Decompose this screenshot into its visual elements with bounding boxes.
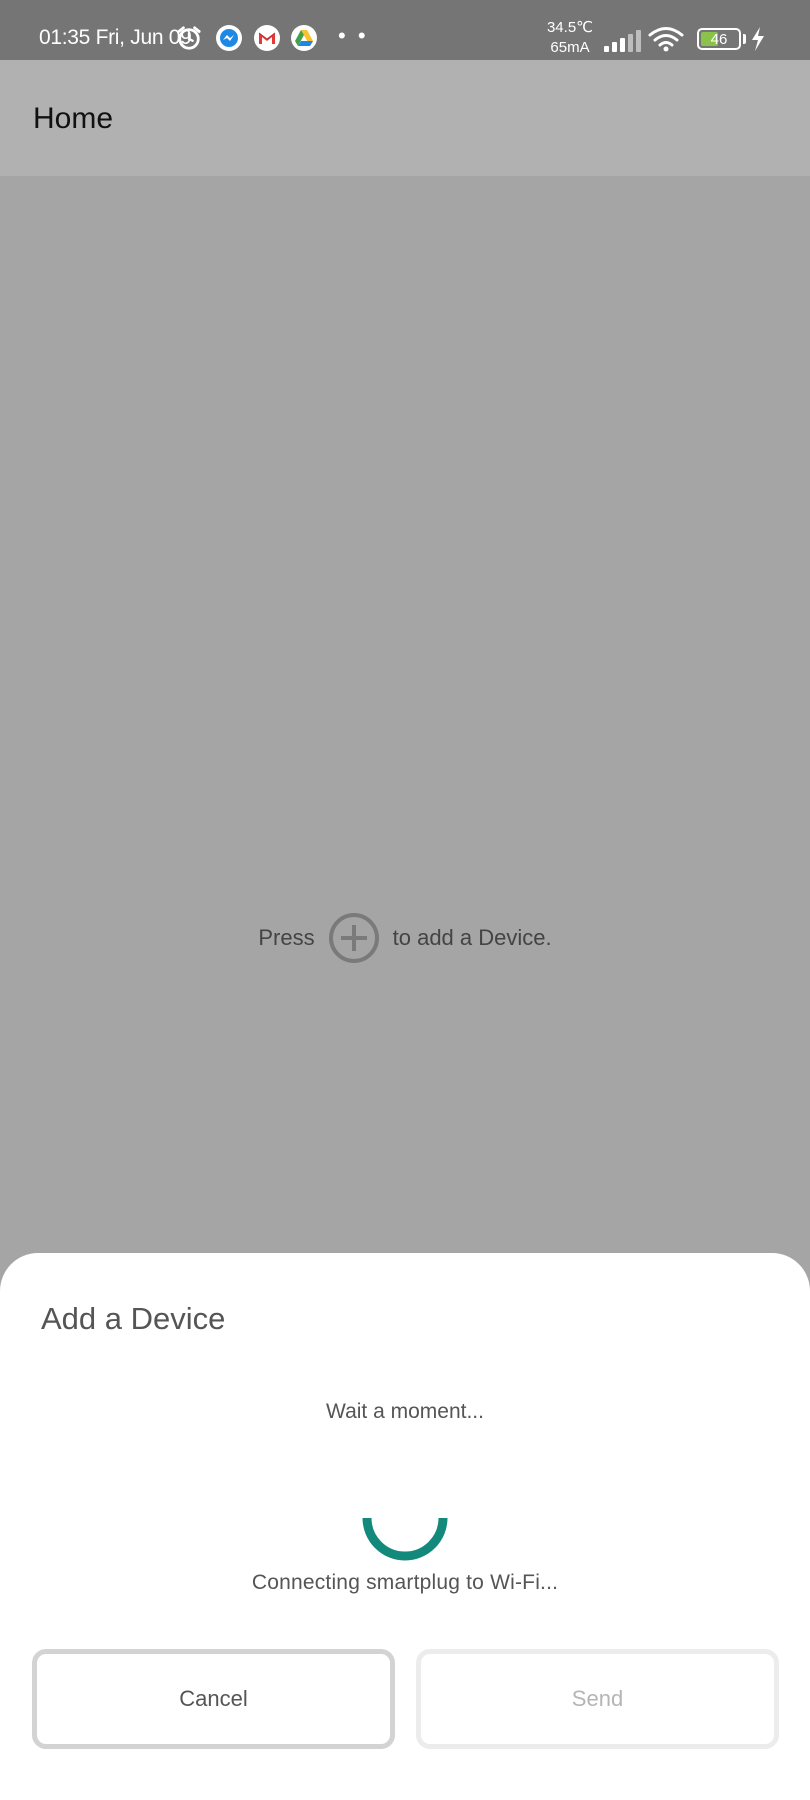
current-text: 65mA — [550, 39, 590, 56]
google-drive-icon — [291, 25, 317, 51]
dialog-title: Add a Device — [41, 1301, 226, 1336]
battery-nub — [743, 34, 746, 44]
page-title: Home — [33, 102, 114, 135]
add-circle-icon — [328, 913, 379, 963]
empty-state-text-before: Press — [258, 925, 315, 950]
status-bar: 01:35 Fri, Jun 09 • • 34.5℃ 65mA 46 — [0, 0, 810, 60]
temperature-readout: 34.5℃ 65mA — [545, 18, 595, 58]
empty-state-hint: Press to add a Device. — [0, 910, 810, 966]
messenger-icon — [216, 25, 242, 51]
status-time: 01:35 Fri, Jun 09 — [39, 26, 192, 49]
more-notifications-icon: • • — [338, 23, 369, 48]
connection-status: Connecting smartplug to Wi-Fi... — [251, 1571, 559, 1594]
app-bar: Home — [0, 60, 810, 176]
signal-icon — [604, 30, 641, 52]
wifi-icon — [648, 27, 684, 52]
add-device-dialog: Add a Device Wait a moment... Connecting… — [0, 1253, 810, 1800]
loading-spinner — [362, 1517, 448, 1561]
gmail-icon — [254, 25, 280, 51]
wait-message: Wait a moment... — [326, 1400, 484, 1423]
cancel-button[interactable]: Cancel — [32, 1649, 395, 1749]
temperature-text: 34.5℃ — [546, 19, 594, 36]
send-button[interactable]: Send — [416, 1649, 779, 1749]
battery-text: 46 — [710, 30, 728, 48]
charging-icon — [752, 27, 764, 51]
alarm-icon — [176, 25, 202, 51]
empty-state-text-after: to add a Device. — [392, 925, 552, 950]
battery-icon: 46 — [697, 28, 741, 50]
